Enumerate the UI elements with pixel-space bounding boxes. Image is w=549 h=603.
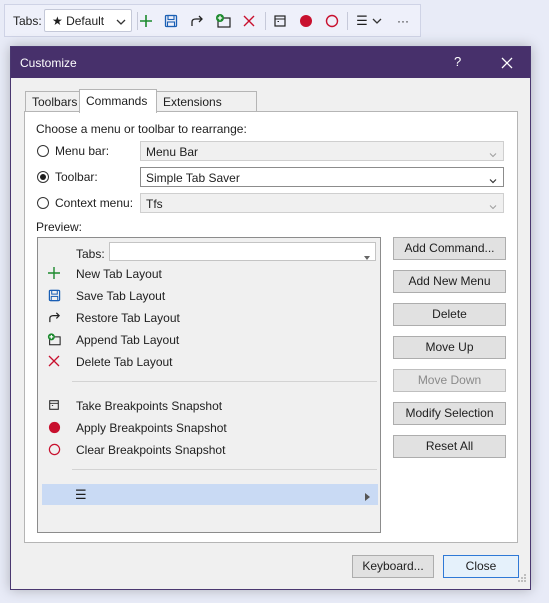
modify-selection-button[interactable]: Modify Selection bbox=[393, 402, 506, 425]
preview-item[interactable]: New Tab Layout bbox=[76, 267, 162, 281]
preview-label: Preview: bbox=[36, 220, 83, 234]
context-menu-combo[interactable]: Tfs bbox=[140, 193, 504, 213]
clear-breakpoints-snapshot-icon[interactable] bbox=[322, 11, 342, 31]
context-menu-radio[interactable] bbox=[37, 197, 49, 209]
dialog-title: Customize bbox=[20, 56, 77, 70]
preview-selected-menu-item[interactable]: ☰ bbox=[42, 484, 378, 505]
toolbar-label: Toolbar: bbox=[55, 170, 98, 184]
keyboard-button[interactable]: Keyboard... bbox=[352, 555, 434, 578]
help-icon[interactable]: ? bbox=[454, 54, 461, 69]
toolbar-radio[interactable] bbox=[37, 171, 49, 183]
preview-separator bbox=[72, 381, 377, 382]
take-breakpoints-snapshot-icon[interactable] bbox=[270, 11, 290, 31]
chevron-down-icon bbox=[372, 18, 382, 24]
apply-breakpoints-snapshot-icon bbox=[47, 420, 61, 434]
preview-item[interactable]: Take Breakpoints Snapshot bbox=[76, 399, 222, 413]
append-tab-layout-icon[interactable] bbox=[213, 11, 233, 31]
clear-breakpoints-snapshot-icon bbox=[47, 442, 61, 456]
delete-tab-layout-icon[interactable] bbox=[239, 11, 259, 31]
restore-tab-layout-icon[interactable] bbox=[187, 11, 207, 31]
menu-bar-radio[interactable] bbox=[37, 145, 49, 157]
apply-breakpoints-snapshot-icon[interactable] bbox=[296, 11, 316, 31]
menu-bar-combo[interactable]: Menu Bar bbox=[140, 141, 504, 161]
delete-tab-layout-icon bbox=[47, 354, 61, 368]
menu-icon: ☰ bbox=[75, 487, 87, 502]
context-menu-label: Context menu: bbox=[55, 196, 134, 210]
preview-item[interactable]: Delete Tab Layout bbox=[76, 355, 173, 369]
submenu-arrow-icon bbox=[365, 490, 370, 504]
chevron-down-icon bbox=[489, 148, 497, 162]
preview-list[interactable]: Tabs: New Tab Layout Save Tab Layout Res… bbox=[37, 237, 381, 533]
tab-layout-combo-value: ★ Default bbox=[52, 14, 105, 28]
preview-separator bbox=[72, 469, 377, 470]
rearrange-instruction: Choose a menu or toolbar to rearrange: bbox=[36, 122, 247, 136]
toolbar-combo[interactable]: Simple Tab Saver bbox=[140, 167, 504, 187]
add-new-menu-button[interactable]: Add New Menu bbox=[393, 270, 506, 293]
preview-item[interactable]: Apply Breakpoints Snapshot bbox=[76, 421, 227, 435]
chevron-down-icon bbox=[116, 16, 126, 30]
move-down-button[interactable]: Move Down bbox=[393, 369, 506, 392]
menu-bar-label: Menu bar: bbox=[55, 144, 110, 158]
chevron-down-icon bbox=[489, 200, 497, 214]
save-tab-layout-icon bbox=[47, 288, 61, 302]
preview-item[interactable]: Append Tab Layout bbox=[76, 333, 179, 347]
delete-button[interactable]: Delete bbox=[393, 303, 506, 326]
toolbar-combo-value: Simple Tab Saver bbox=[146, 171, 240, 185]
preview-item[interactable]: Restore Tab Layout bbox=[76, 311, 180, 325]
resize-grip-icon[interactable] bbox=[517, 572, 527, 586]
preview-item[interactable]: Save Tab Layout bbox=[76, 289, 165, 303]
tab-commands-label: Commands bbox=[86, 94, 148, 108]
menu-dropdown-button[interactable]: ☰ bbox=[353, 11, 385, 31]
dialog-titlebar: Customize ? bbox=[11, 47, 530, 78]
new-tab-layout-icon[interactable] bbox=[136, 11, 156, 31]
take-breakpoints-snapshot-icon bbox=[47, 398, 61, 412]
context-menu-combo-value: Tfs bbox=[146, 197, 163, 211]
commands-tab-panel: Choose a menu or toolbar to rearrange: M… bbox=[24, 111, 518, 543]
close-icon[interactable] bbox=[497, 53, 517, 73]
caret-down-icon bbox=[364, 249, 370, 263]
move-up-button[interactable]: Move Up bbox=[393, 336, 506, 359]
tabs-toolbar: Tabs: ★ Default ☰ ··· bbox=[4, 4, 421, 37]
tab-commands[interactable]: Commands bbox=[79, 89, 157, 113]
menu-bar-combo-value: Menu Bar bbox=[146, 145, 199, 159]
tab-toolbars-label: Toolbars bbox=[32, 95, 78, 109]
preview-tabs-label: Tabs: bbox=[76, 247, 105, 261]
chevron-down-icon bbox=[489, 174, 497, 188]
menu-icon: ☰ bbox=[356, 13, 368, 28]
customize-dialog: Customize ? Toolbars Commands Extensions… bbox=[10, 46, 531, 590]
tab-toolbars[interactable]: Toolbars bbox=[25, 91, 80, 112]
preview-tabs-combo[interactable] bbox=[109, 242, 376, 261]
preview-item[interactable]: Clear Breakpoints Snapshot bbox=[76, 443, 225, 457]
append-tab-layout-icon bbox=[47, 332, 61, 346]
toolbar-separator bbox=[265, 12, 266, 30]
toolbar-separator bbox=[347, 12, 348, 30]
new-tab-layout-icon bbox=[47, 266, 61, 280]
tab-layout-combo[interactable]: ★ Default bbox=[44, 9, 132, 32]
tab-extensions-menu[interactable]: Extensions Menu bbox=[156, 91, 257, 123]
close-button[interactable]: Close bbox=[443, 555, 519, 578]
reset-all-button[interactable]: Reset All bbox=[393, 435, 506, 458]
add-command-button[interactable]: Add Command... bbox=[393, 237, 506, 260]
restore-tab-layout-icon bbox=[47, 310, 61, 324]
save-tab-layout-icon[interactable] bbox=[161, 11, 181, 31]
more-icon[interactable]: ··· bbox=[393, 11, 413, 31]
toolbar-tabs-label: Tabs: bbox=[13, 14, 42, 28]
